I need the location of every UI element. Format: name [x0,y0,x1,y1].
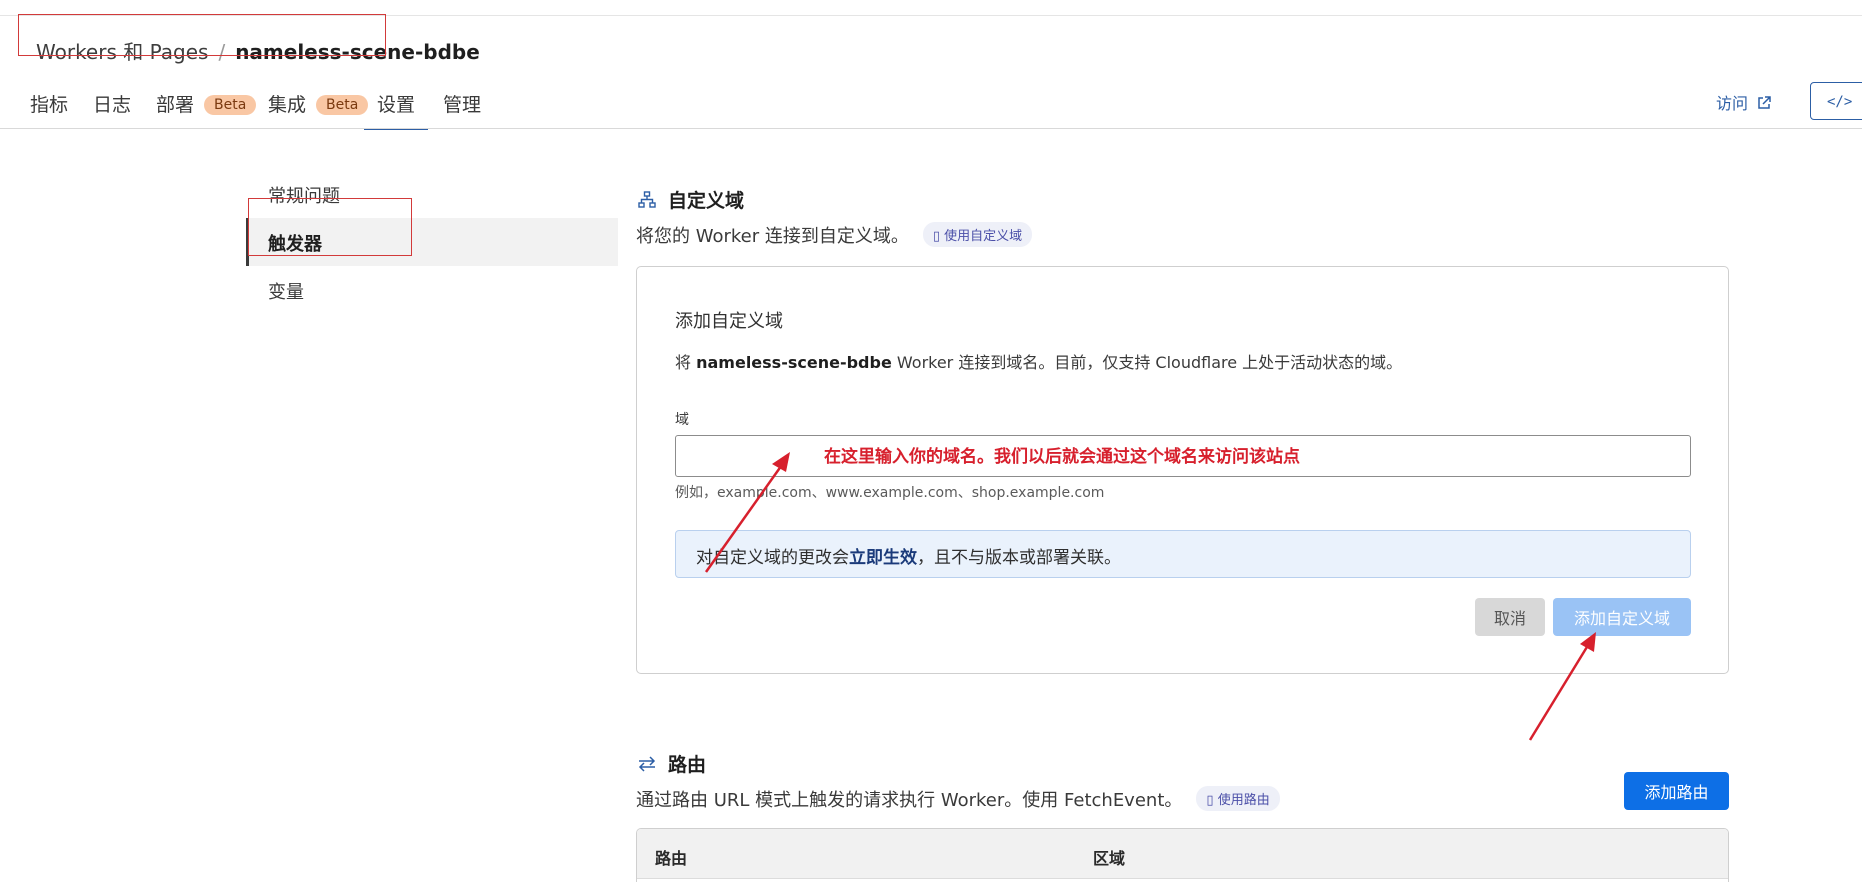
annotation-arrow-input [704,452,790,573]
annotation-arrow-add-button [1528,632,1596,741]
annotation-arrows [704,452,1596,741]
